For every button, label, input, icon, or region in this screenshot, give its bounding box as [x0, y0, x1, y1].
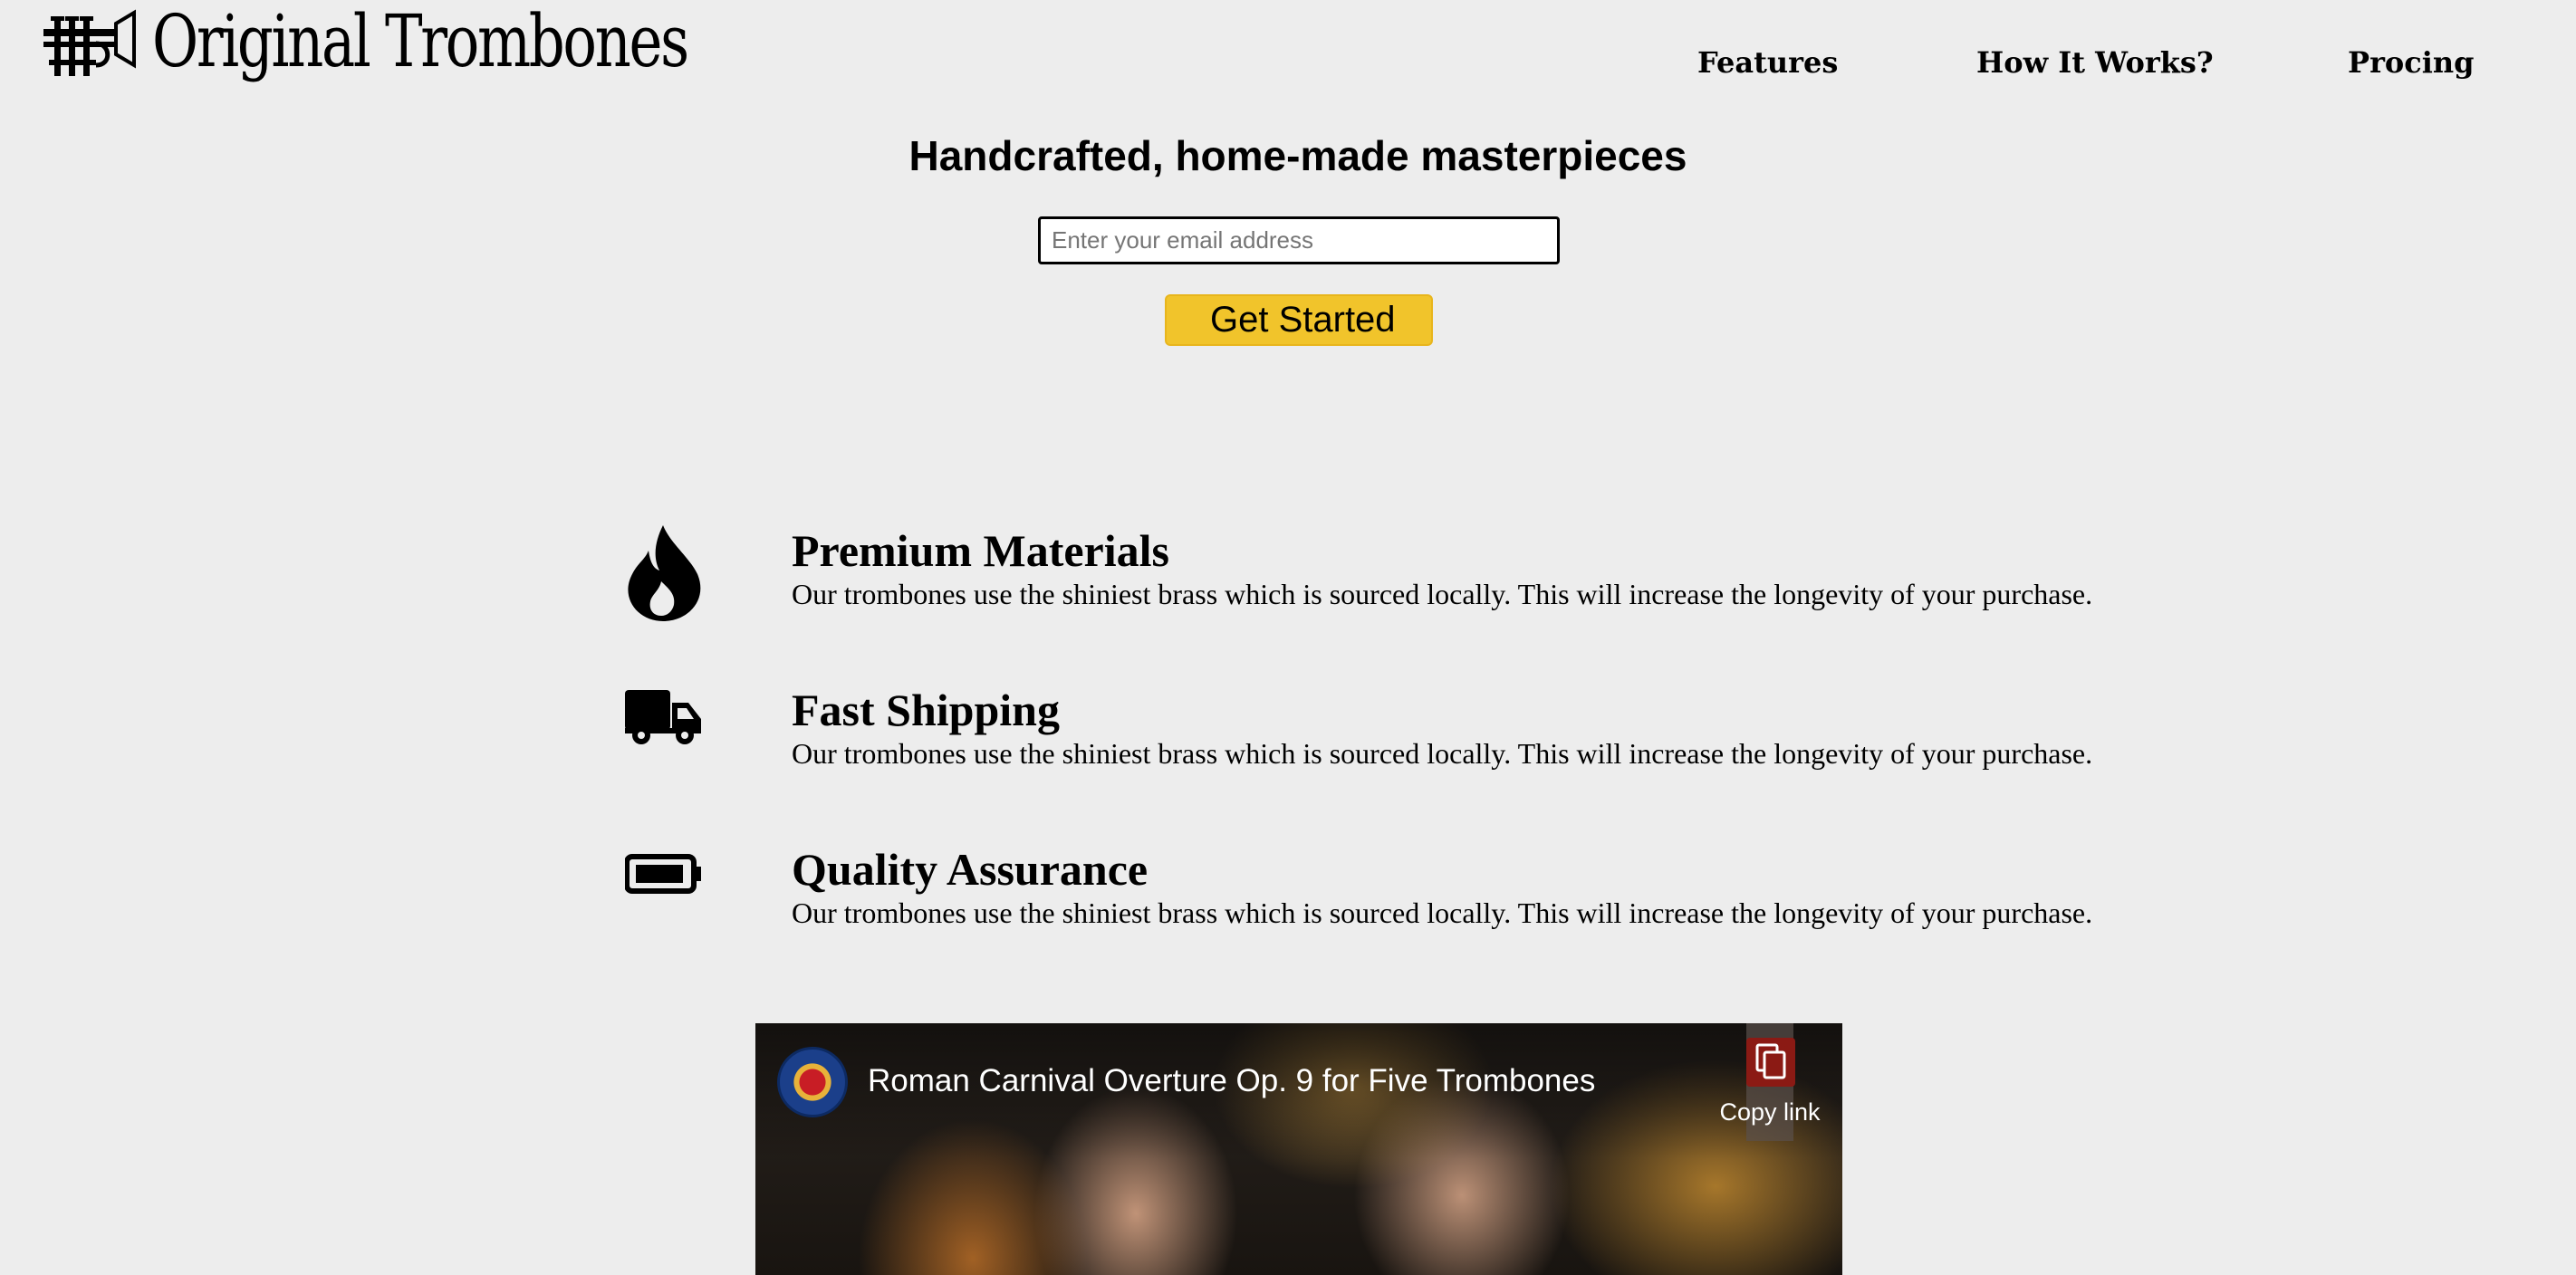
- video-title[interactable]: Roman Carnival Overture Op. 9 for Five T…: [868, 1056, 1595, 1107]
- site-header: Original Trombones Features How It Works…: [0, 0, 2576, 100]
- get-started-button[interactable]: Get Started: [1165, 294, 1433, 346]
- copy-icon: [1746, 1038, 1795, 1087]
- email-input[interactable]: [1038, 216, 1560, 264]
- main-nav: Features How It Works? Procing: [0, 40, 2576, 85]
- feature-description: Our trombones use the shiniest brass whi…: [792, 896, 2093, 929]
- feature-title: Premium Materials: [792, 525, 1169, 576]
- feature-quality-assurance: Quality Assurance Our trombones use the …: [0, 842, 2576, 960]
- feature-title: Fast Shipping: [792, 685, 1060, 735]
- nav-link-pricing[interactable]: Procing: [2348, 40, 2475, 85]
- nav-link-how-it-works[interactable]: How It Works?: [1976, 40, 2214, 85]
- channel-avatar[interactable]: [777, 1047, 848, 1117]
- copy-link-button[interactable]: Copy link: [1710, 1023, 1830, 1141]
- feature-description: Our trombones use the shiniest brass whi…: [792, 578, 2093, 610]
- feature-title: Quality Assurance: [792, 844, 1149, 895]
- video-player[interactable]: Roman Carnival Overture Op. 9 for Five T…: [755, 1023, 1842, 1275]
- truck-icon: [625, 690, 701, 744]
- hero-heading: Handcrafted, home-made masterpieces: [908, 132, 1687, 179]
- feature-fast-shipping: Fast Shipping Our trombones use the shin…: [0, 683, 2576, 800]
- nav-link-features[interactable]: Features: [1697, 40, 1838, 85]
- fire-icon: [628, 525, 701, 621]
- copy-link-label: Copy link: [1719, 1098, 1821, 1126]
- battery-icon: [625, 854, 701, 894]
- feature-premium-materials: Premium Materials Our trombones use the …: [0, 523, 2576, 641]
- feature-description: Our trombones use the shiniest brass whi…: [792, 737, 2093, 770]
